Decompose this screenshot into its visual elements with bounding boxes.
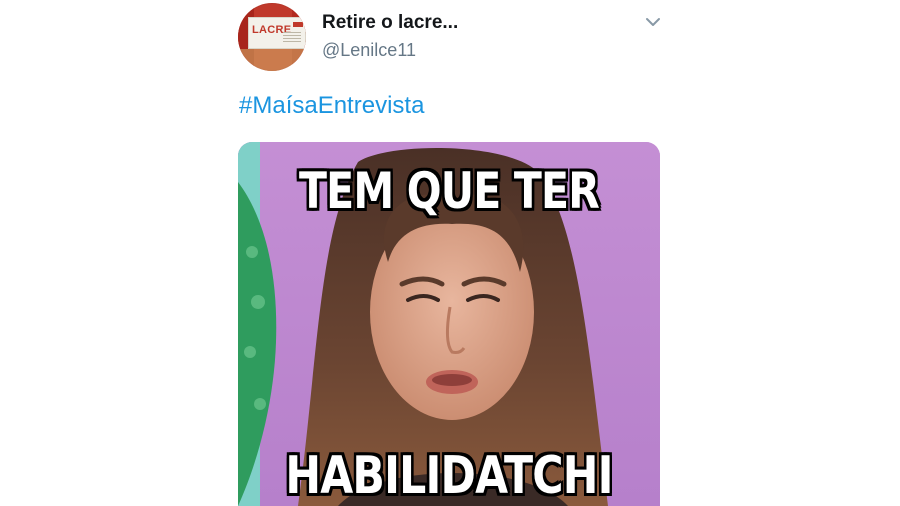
avatar-bottom-band [238, 49, 306, 71]
avatar-seal-tag [293, 22, 303, 27]
avatar-seal-label: LACRE [248, 17, 306, 49]
user-handle[interactable]: @Lenilce11 [322, 40, 416, 61]
avatar[interactable]: LACRE [238, 3, 306, 71]
chevron-down-icon[interactable] [645, 14, 661, 30]
meme-caption-top: TEM QUE TER [298, 162, 600, 220]
tweet-media-image[interactable]: TEM QUE TER HABILIDATCHI [238, 142, 660, 506]
tweet-card: LACRE Retire o lacre... @Lenilce11 #Maís… [0, 0, 900, 506]
avatar-seal-fine-print [283, 32, 301, 42]
display-name[interactable]: Retire o lacre... [322, 12, 458, 34]
hashtag-link[interactable]: #MaísaEntrevista [239, 92, 424, 120]
meme-caption-bottom: HABILIDATCHI [285, 446, 613, 506]
